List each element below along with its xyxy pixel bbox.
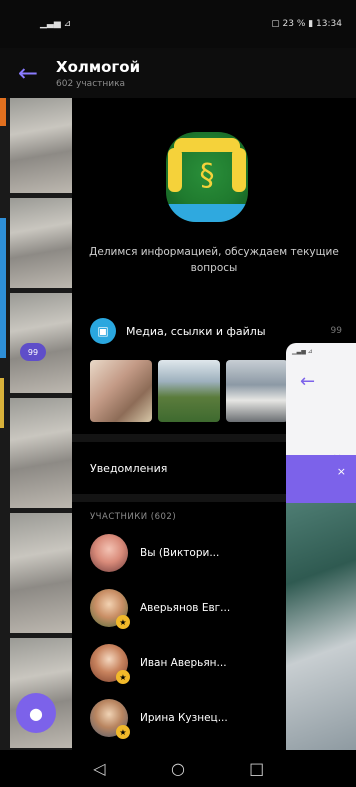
media-links-files-row[interactable]: ▣ Медиа, ссылки и файлы 99 [90, 316, 342, 346]
close-icon[interactable]: × [337, 465, 346, 478]
arrow-left-icon: ← [17, 59, 39, 87]
emblem-icon: § [199, 158, 215, 193]
media-count: 99 [330, 326, 342, 336]
avatar [90, 534, 128, 572]
media-thumbnail[interactable] [90, 360, 152, 422]
nav-home-icon[interactable]: ○ [158, 759, 198, 778]
member-name: Аверьянов Евг... [140, 602, 231, 614]
chat-photo [10, 513, 72, 633]
title-block: Холмогой 602 участника [56, 58, 140, 89]
signal-icon: ▁▃▅ ⊿ [40, 19, 72, 29]
avatar: ★ [90, 589, 130, 629]
accent-bar-yellow [0, 378, 4, 428]
status-right: ▢ 23 % ▮ 13:34 [271, 19, 342, 29]
arrow-left-icon[interactable]: ← [300, 371, 315, 392]
chat-member-count: 602 участника [56, 78, 126, 89]
overlay-image [286, 503, 356, 750]
chat-info-header: ← Холмогой 602 участника [0, 48, 356, 98]
group-avatar[interactable]: § [166, 132, 248, 222]
microphone-icon: ● [29, 703, 43, 723]
image-icon: ▣ [90, 318, 116, 344]
member-name: Ирина Кузнец... [140, 712, 228, 724]
chat-title: Холмогой [56, 57, 141, 76]
accent-bar-blue [0, 218, 6, 358]
star-icon: ★ [116, 670, 130, 684]
accent-bar-orange [0, 98, 6, 126]
nav-back-icon[interactable]: ◁ [79, 759, 119, 778]
avatar: ★ [90, 699, 130, 739]
chat-photo [10, 98, 72, 193]
notifications-label: Уведомления [90, 461, 168, 475]
nav-recent-icon[interactable]: □ [237, 759, 277, 778]
chat-photo [10, 398, 72, 508]
mic-button[interactable]: ● [16, 693, 56, 733]
star-icon: ★ [116, 615, 130, 629]
system-nav-bar: ◁ ○ □ [0, 750, 356, 787]
background-chat-strip [0, 98, 72, 750]
back-button[interactable]: ← [0, 48, 56, 98]
media-thumbnails [90, 360, 288, 422]
media-thumbnail[interactable] [226, 360, 288, 422]
group-description: Делимся информацией, обсуждаем текущие в… [89, 246, 339, 274]
chat-photo [10, 198, 72, 288]
media-thumbnail[interactable] [158, 360, 220, 422]
member-name: Вы (Виктори... [140, 547, 220, 559]
unread-badge: 99 [20, 343, 46, 361]
battery-clock: ▢ 23 % ▮ 13:34 [271, 19, 342, 29]
overlay-header: ← [286, 361, 356, 401]
overlapping-app-preview[interactable]: ▁▃▅ ⊿ ← × × [286, 343, 356, 750]
member-name: Иван Аверьян... [140, 657, 227, 669]
status-bar: ▁▃▅ ⊿ ▢ 23 % ▮ 13:34 [0, 0, 356, 48]
media-label: Медиа, ссылки и файлы [126, 324, 266, 338]
overlay-banner: × [286, 455, 356, 503]
members-header: УЧАСТНИКИ (602) [90, 512, 177, 522]
avatar: ★ [90, 644, 130, 684]
overlay-status: ▁▃▅ ⊿ [292, 348, 313, 355]
star-icon: ★ [116, 725, 130, 739]
